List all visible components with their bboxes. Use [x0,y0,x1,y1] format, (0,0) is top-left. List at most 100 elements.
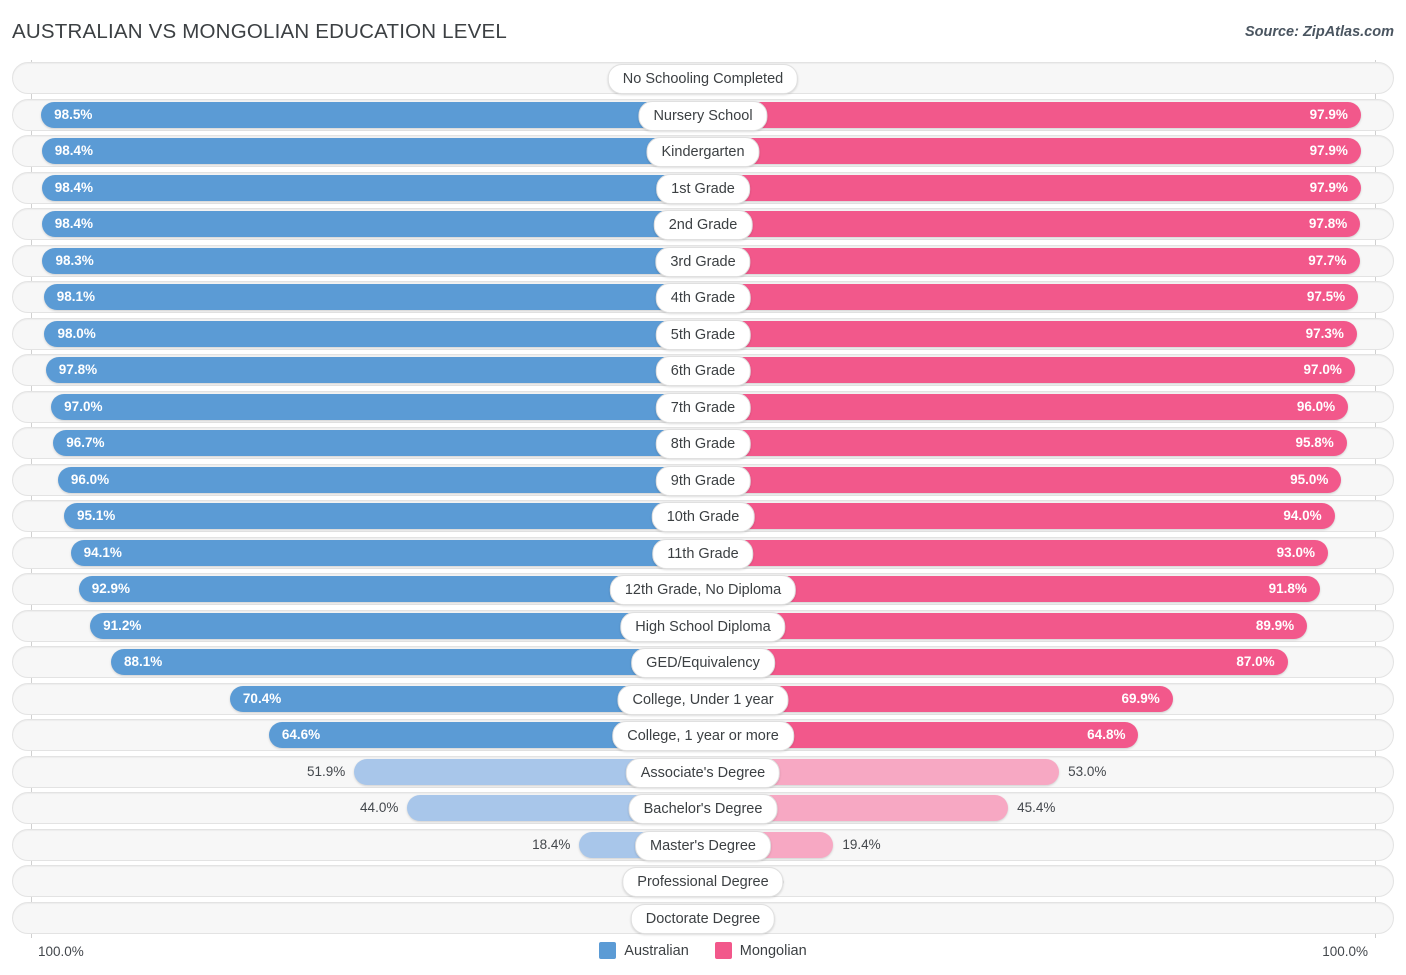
mongolian-half: 94.0% [703,500,1375,532]
mongolian-bar[interactable]: 97.0% [703,357,1355,383]
australian-half: 51.9% [31,756,703,788]
australian-bar[interactable]: 94.1% [70,539,703,566]
mongolian-bar[interactable]: 97.8% [703,211,1361,237]
australian-bar[interactable]: 91.2% [90,612,703,639]
australian-value-label: 98.4% [54,143,94,158]
australian-half: 70.4% [31,683,703,715]
mongolian-value-label: 97.0% [1303,362,1342,377]
australian-half: 98.5% [31,99,703,131]
australian-bar[interactable]: 98.0% [44,320,703,347]
australian-bar[interactable]: 98.3% [42,247,703,274]
mongolian-value-label: 97.9% [1309,143,1348,158]
mongolian-bar[interactable]: 95.8% [703,430,1347,456]
category-label: No Schooling Completed [607,64,799,94]
mongolian-bar[interactable]: 97.7% [703,247,1360,274]
mongolian-half: 97.9% [703,99,1375,131]
mongolian-bar[interactable]: 97.5% [703,284,1359,310]
chart-row: 64.6% 64.8% College, 1 year or more [0,719,1406,751]
chart-row: 2.4%2.8%Doctorate Degree [0,901,1406,934]
category-label: 11th Grade [652,538,754,569]
mongolian-bar[interactable]: 93.0% [703,539,1328,566]
mongolian-bar[interactable]: 95.0% [703,466,1342,493]
source-attribution: Source: ZipAtlas.com [1244,24,1394,40]
mongolian-bar[interactable]: 97.9% [703,138,1361,164]
mongolian-value-label: 94.0% [1283,508,1322,523]
mongolian-value-label: 87.0% [1236,654,1275,669]
category-label: 6th Grade [655,356,751,386]
australian-half: 98.4% [31,135,703,167]
mongolian-value-label: 64.8% [1087,727,1126,742]
category-label: College, Under 1 year [617,684,789,715]
category-label: Doctorate Degree [630,903,776,934]
australian-half: 97.8% [31,354,703,386]
category-label: Professional Degree [622,867,784,897]
australian-half: 88.1% [31,646,703,678]
category-label: Master's Degree [635,830,771,861]
mongolian-bar[interactable]: 87.0% [703,649,1288,675]
chart-row: 98.5% 97.9% Nursery School [0,98,1406,131]
australian-half: 64.6% [31,719,703,751]
chart-row: 44.0% 45.4% Bachelor's Degree [0,792,1406,824]
mongolian-half: 97.7% [703,245,1375,277]
australian-bar[interactable]: 95.1% [63,503,703,529]
australian-value-label: 70.4% [242,690,282,706]
australian-value-label: 64.6% [281,727,321,742]
chart-rows: 1.6%2.1%No Schooling Completed 98.5% 97.9%… [0,62,1406,938]
legend: Australian Mongolian [0,942,1406,959]
australian-bar[interactable]: 96.0% [57,466,703,493]
mongolian-bar[interactable]: 97.9% [703,174,1361,201]
category-label: 1st Grade [656,173,750,204]
mongolian-value-label: 19.4% [842,836,881,852]
australian-half: 98.3% [31,245,703,277]
australian-bar[interactable]: 98.1% [43,284,703,310]
category-label: GED/Equivalency [631,648,775,678]
australian-half: 98.4% [31,172,703,204]
mongolian-value-label: 89.9% [1255,617,1295,633]
australian-value-label: 96.0% [70,471,110,487]
page-title: AUSTRALIAN VS MONGOLIAN EDUCATION LEVEL [12,20,507,43]
australian-half: 96.0% [31,464,703,496]
chart-row: 97.0% 96.0% 7th Grade [0,390,1406,423]
legend-swatch-mongolian [714,942,732,959]
category-label: 7th Grade [655,392,751,423]
legend-item-australian: Australian [599,942,689,959]
australian-half: 44.0% [31,792,703,824]
australian-bar[interactable]: 97.0% [51,393,703,420]
mongolian-bar[interactable]: 97.3% [703,320,1357,347]
chart-row: 5.9%6.1%Professional Degree [0,865,1406,897]
australian-half: 98.0% [31,318,703,350]
australian-half: 5.9% [31,865,703,897]
category-label: 12th Grade, No Diploma [609,575,797,605]
australian-bar[interactable]: 98.4% [41,211,703,237]
australian-bar[interactable]: 98.4% [41,138,703,164]
category-label: 3rd Grade [655,246,751,277]
category-label: Associate's Degree [625,757,781,788]
mongolian-half: 87.0% [703,646,1375,678]
mongolian-half: 95.0% [703,464,1375,496]
category-label: 5th Grade [655,319,751,350]
mongolian-bar[interactable]: 94.0% [703,503,1335,529]
mongolian-bar[interactable]: 97.9% [703,101,1361,128]
chart-row: 96.7% 95.8% 8th Grade [0,427,1406,459]
australian-value-label: 91.2% [103,617,142,633]
category-label: Nursery School [638,100,768,131]
mongolian-half: 97.5% [703,281,1375,313]
australian-bar[interactable]: 88.1% [110,649,703,675]
australian-value-label: 98.4% [54,216,94,231]
australian-bar[interactable]: 96.7% [53,430,703,456]
australian-half: 94.1% [31,537,703,569]
australian-half: 1.6% [31,62,703,94]
mongolian-value-label: 93.0% [1276,544,1315,560]
australian-value-label: 98.0% [57,325,96,341]
australian-value-label: 96.7% [66,435,105,450]
mongolian-bar[interactable]: 96.0% [703,393,1349,420]
australian-bar[interactable]: 97.8% [45,357,703,383]
mongolian-half: 97.9% [703,172,1375,204]
chart-row: 98.3% 97.7% 3rd Grade [0,244,1406,277]
mongolian-bar[interactable]: 89.9% [703,612,1308,639]
chart-row: 18.4% 19.4% Master's Degree [0,828,1406,861]
diverging-bar-chart: 1.6%2.1%No Schooling Completed 98.5% 97.9%… [0,58,1406,938]
australian-bar[interactable]: 98.4% [41,174,703,201]
australian-bar[interactable]: 98.5% [41,101,703,128]
australian-half: 2.4% [31,902,703,934]
